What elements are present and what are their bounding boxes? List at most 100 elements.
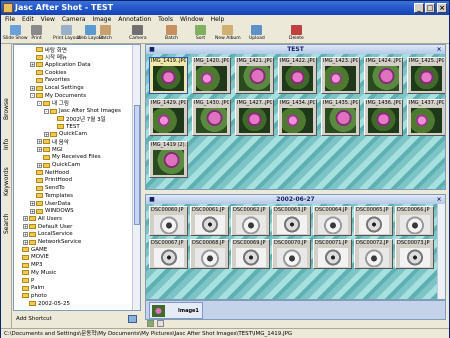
photo-thumbnail[interactable]: DSC00067.JP	[149, 239, 188, 269]
expand-toggle[interactable]: +	[30, 85, 35, 91]
photo-thumbnail[interactable]: DSC00066.JP	[395, 206, 434, 236]
photo-thumbnail[interactable]: DSC00061.JP	[190, 206, 229, 236]
photo-thumbnail[interactable]: DSC00063.JP	[272, 206, 311, 236]
photo-thumbnail[interactable]: DSC00060.JP	[149, 206, 188, 236]
photo-thumbnail[interactable]: IMG_1419 (2)...	[149, 141, 188, 178]
photo-thumbnail[interactable]: IMG_1436..JPG	[364, 99, 403, 136]
panel-close-button[interactable]: ×	[435, 46, 443, 53]
photo-thumbnail[interactable]: IMG_1430..JPG	[192, 99, 231, 136]
menu-annotation[interactable]: Annotation	[118, 15, 151, 24]
tree-item[interactable]: P	[16, 277, 34, 284]
tree-item[interactable]: My Received Files	[37, 154, 101, 161]
menu-file[interactable]: File	[5, 15, 15, 24]
photo-thumbnail[interactable]: IMG_1420..JPG	[192, 57, 231, 94]
tree-item[interactable]: + NetworkService	[23, 239, 81, 246]
title-bar[interactable]: Jasc After Shot - TEST _ □ ×	[1, 1, 449, 15]
photo-thumbnail[interactable]: DSC00062.JP	[231, 206, 270, 236]
expand-toggle[interactable]: +	[30, 62, 35, 68]
photo-thumbnail[interactable]: DSC00064.JP	[313, 206, 352, 236]
menu-image[interactable]: Image	[92, 15, 111, 24]
menu-help[interactable]: Help	[211, 15, 225, 24]
tree-item[interactable]: + All Users	[23, 215, 62, 222]
photo-thumbnail[interactable]: DSC00071.JP	[313, 239, 352, 269]
tree-item[interactable]: + UserData	[30, 200, 71, 207]
tab-keywords[interactable]: Keywords	[2, 160, 11, 204]
expand-toggle[interactable]: +	[37, 139, 42, 145]
photo-thumbnail[interactable]: DSC00069.JP	[231, 239, 270, 269]
tree-item[interactable]: photo	[16, 292, 47, 299]
grid-scrollbar[interactable]	[437, 204, 445, 299]
photo-thumbnail[interactable]: IMG_1421..JPG	[235, 57, 274, 94]
add-shortcut-button[interactable]: Add Shortcut	[13, 313, 141, 325]
print-button[interactable]: Print	[31, 25, 42, 43]
tree-scroll-thumb[interactable]	[134, 105, 140, 225]
tree-item[interactable]: + QuickCam	[44, 131, 87, 138]
photo-thumbnail[interactable]: IMG_1424..JPG	[364, 57, 403, 94]
tray-add-icon[interactable]	[147, 320, 154, 327]
expand-toggle[interactable]: -	[37, 100, 42, 106]
menu-view[interactable]: View	[41, 15, 55, 24]
tree-item[interactable]: GAME	[16, 246, 47, 253]
tree-item[interactable]: Palm	[16, 285, 44, 292]
photo-thumbnail[interactable]: IMG_1434..JPG	[278, 99, 317, 136]
expand-toggle[interactable]: +	[30, 201, 35, 206]
panel-close-button[interactable]: ×	[435, 196, 443, 203]
tree-item[interactable]: + Local Settings	[30, 85, 84, 92]
tree-item[interactable]: MOVIE	[16, 254, 49, 261]
batch-process-button[interactable]: Batch	[165, 25, 178, 43]
expand-toggle[interactable]: +	[23, 216, 28, 222]
batch-button[interactable]: Batch	[99, 25, 112, 43]
folder-tree[interactable]: 바탕 화면 시작 메뉴 + Application Data Cookies Favori…	[13, 44, 141, 311]
expand-toggle[interactable]: +	[23, 231, 28, 237]
tree-item[interactable]: + 내 음악	[37, 138, 69, 146]
photo-thumbnail[interactable]: IMG_1437..JPG	[407, 99, 445, 136]
tree-item[interactable]: 2002년 7월 3일	[51, 115, 106, 123]
upload-button[interactable]: Upload	[249, 25, 265, 43]
photo-thumbnail[interactable]: IMG_1427..JPG	[235, 99, 274, 136]
tab-search[interactable]: Search	[2, 206, 11, 242]
photo-thumbnail[interactable]: IMG_1435..JPG	[321, 99, 360, 136]
tree-item[interactable]: PrintHood	[30, 177, 72, 184]
tree-item[interactable]: Templates	[30, 192, 73, 199]
tree-item[interactable]: + Application Data	[30, 61, 91, 68]
maximize-button[interactable]: □	[425, 3, 435, 13]
menu-tools[interactable]: Tools	[158, 15, 173, 24]
photo-thumbnail[interactable]: DSC00070.JP	[272, 239, 311, 269]
photo-thumbnail[interactable]: DSC00073.JP	[395, 239, 434, 269]
expand-toggle[interactable]: +	[37, 147, 42, 153]
photo-thumbnail[interactable]: IMG_1423..JPG	[321, 57, 360, 94]
photo-thumbnail[interactable]: IMG_1422..JPG	[278, 57, 317, 94]
tree-scrollbar[interactable]	[132, 45, 140, 310]
photo-thumbnail[interactable]: IMG_1425..JPG	[407, 57, 445, 94]
expand-toggle[interactable]: +	[23, 239, 28, 245]
close-button[interactable]: ×	[437, 3, 447, 13]
tree-item[interactable]: 시작 메뉴	[30, 54, 67, 61]
panel-close-icon[interactable]: ■	[148, 46, 156, 53]
tree-item[interactable]: 2002-05-25	[23, 300, 70, 307]
photo-thumbnail[interactable]: DSC00072.JP	[354, 239, 393, 269]
slide-show-button[interactable]: Slide Show	[3, 25, 28, 43]
new-album-button[interactable]: New Album	[215, 25, 241, 43]
tray-clear-icon[interactable]	[157, 320, 164, 327]
tree-item[interactable]: MP3	[16, 262, 43, 269]
tree-item[interactable]: NetHood	[30, 169, 69, 176]
tree-item[interactable]: - 내 그림	[37, 100, 69, 107]
tree-item[interactable]: TEST	[51, 123, 80, 130]
menu-camera[interactable]: Camera	[62, 15, 86, 24]
expand-toggle[interactable]: -	[30, 93, 35, 99]
photo-thumbnail[interactable]: DSC00065.JP	[354, 206, 393, 236]
tree-item[interactable]: SendTo	[30, 185, 65, 192]
minimize-button[interactable]: _	[414, 3, 424, 13]
photo-thumbnail[interactable]: IMG_1419..JPG	[149, 57, 188, 94]
tree-item[interactable]: + QuickCam	[37, 162, 80, 169]
expand-toggle[interactable]: +	[44, 131, 49, 137]
tab-browse[interactable]: Browse	[2, 89, 11, 129]
panel-close-icon[interactable]: ■	[148, 196, 156, 203]
tree-item[interactable]: - My Documents	[30, 92, 86, 99]
expand-toggle[interactable]: +	[30, 208, 35, 214]
tree-item[interactable]: My Music	[16, 269, 56, 276]
tree-item[interactable]: + LocalService	[23, 231, 73, 238]
tree-item[interactable]: 바탕 화면	[30, 46, 67, 54]
menu-window[interactable]: Window	[180, 15, 204, 24]
tray-image[interactable]: Image1	[149, 302, 203, 319]
